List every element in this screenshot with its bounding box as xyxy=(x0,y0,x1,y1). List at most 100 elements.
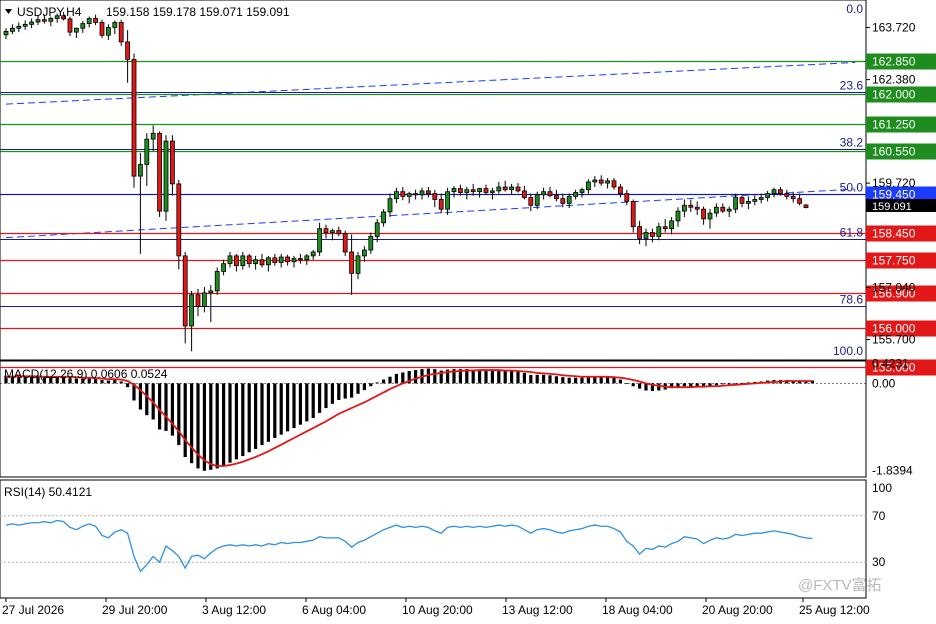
candle-body xyxy=(528,197,534,206)
macd-histogram-bar xyxy=(177,383,181,446)
candle-body xyxy=(342,233,348,253)
candle-body xyxy=(714,206,719,214)
candle-body xyxy=(169,140,175,185)
candle-body xyxy=(259,259,265,266)
candle-body xyxy=(208,290,214,294)
macd-histogram-bar xyxy=(721,383,725,385)
fib-label: 78.6 xyxy=(840,293,864,307)
candle-body xyxy=(400,191,406,197)
candle-body xyxy=(637,226,642,239)
macd-histogram-bar xyxy=(369,383,373,387)
candle-body xyxy=(240,255,246,267)
fib-label: 0.0 xyxy=(846,2,863,16)
macd-histogram-bar xyxy=(702,383,706,386)
macd-histogram-bar xyxy=(311,383,315,419)
macd-histogram-bar xyxy=(222,383,226,466)
candle-body xyxy=(489,190,495,193)
candle-body xyxy=(502,186,508,191)
fib-label: 23.6 xyxy=(840,79,864,93)
macd-histogram-bar xyxy=(190,383,194,464)
candle-body xyxy=(22,23,28,27)
candle-body xyxy=(515,186,521,192)
macd-histogram-bar xyxy=(471,369,475,384)
candle-body xyxy=(387,198,393,213)
candle-body xyxy=(688,204,694,208)
candle-body xyxy=(227,255,233,265)
candle-body xyxy=(662,226,668,230)
candle-body xyxy=(739,197,745,204)
candle-body xyxy=(771,189,777,195)
macd-histogram-bar xyxy=(247,383,251,453)
candle-body xyxy=(16,25,22,29)
candle-body xyxy=(189,294,195,327)
candle-body xyxy=(304,255,310,261)
chart-window: 162.850 162.000 161.250 160.550 159.450 158.4… xyxy=(0,0,936,624)
time-tick-label: 3 Aug 12:00 xyxy=(202,603,266,617)
candle-body xyxy=(182,255,188,327)
macd-histogram-bar xyxy=(695,383,699,387)
macd-histogram-bar xyxy=(401,372,405,384)
macd-histogram-bar xyxy=(606,376,610,384)
candle-body xyxy=(579,189,585,193)
macd-histogram-bar xyxy=(503,371,507,384)
candle-body xyxy=(605,180,610,184)
rsi-pane[interactable] xyxy=(0,479,867,599)
macd-histogram-bar xyxy=(727,383,731,385)
candle-body xyxy=(784,193,790,197)
candle-body xyxy=(201,292,207,307)
macd-histogram-bar xyxy=(548,375,552,384)
chart-canvas[interactable]: 162.850162.000161.250160.550159.450158.4… xyxy=(0,0,936,624)
candle-body xyxy=(272,257,278,263)
time-tick-label: 20 Aug 20:00 xyxy=(702,603,773,617)
macd-histogram-bar xyxy=(714,383,718,386)
candle-body xyxy=(233,255,239,267)
candle-body xyxy=(592,179,598,183)
candle-body xyxy=(803,204,809,208)
candle-body xyxy=(393,191,399,200)
macd-tick-label: -1.8394 xyxy=(872,464,913,478)
candle-body xyxy=(758,197,764,200)
candle-body xyxy=(477,188,483,193)
candle-body xyxy=(790,195,796,200)
candle-body xyxy=(694,206,700,210)
macd-histogram-bar xyxy=(241,383,245,457)
candle-body xyxy=(707,212,713,220)
macd-histogram-bar xyxy=(254,383,258,449)
candle-body xyxy=(9,27,15,32)
symbol-label: USDJPY,H4 xyxy=(17,5,82,19)
candle-body xyxy=(470,189,476,193)
watermark: @FXTV富拓 xyxy=(798,576,882,594)
macd-label: MACD(12,26,9) 0.0606 0.0524 xyxy=(4,367,168,381)
candle-body xyxy=(29,21,35,25)
macd-histogram-bar xyxy=(554,376,558,384)
macd-histogram-bar xyxy=(682,383,686,387)
candle-body xyxy=(278,256,284,263)
candle-body xyxy=(554,195,559,200)
macd-histogram-bar xyxy=(350,383,354,398)
candle-body xyxy=(99,22,105,36)
candle-body xyxy=(457,188,463,193)
time-axis: 27 Jul 2026 29 Jul 20:00 3 Aug 12:00 6 Aug … xyxy=(2,598,870,617)
candle-body xyxy=(374,222,380,237)
time-tick-label: 25 Aug 12:00 xyxy=(799,603,870,617)
macd-histogram-bar xyxy=(145,383,149,416)
macd-histogram-bar xyxy=(535,374,539,384)
time-tick-label: 18 Aug 04:00 xyxy=(602,603,673,617)
candle-body xyxy=(464,189,470,193)
candle-body xyxy=(586,181,591,191)
fib-label: 61.8 xyxy=(840,226,864,240)
macd-histogram-bar xyxy=(228,383,232,463)
candle-body xyxy=(598,179,604,184)
candle-body xyxy=(611,180,617,188)
macd-tick-label: 0.00 xyxy=(872,376,896,390)
candle-body xyxy=(368,236,374,251)
candle-body xyxy=(214,271,220,292)
candle-body xyxy=(291,258,297,263)
candle-body xyxy=(726,208,732,212)
candle-body xyxy=(566,195,572,204)
candle-body xyxy=(496,186,502,192)
candle-body xyxy=(125,41,130,60)
candle-body xyxy=(317,228,323,253)
time-tick-label: 27 Jul 2026 xyxy=(2,603,64,617)
candle-body xyxy=(144,138,150,165)
